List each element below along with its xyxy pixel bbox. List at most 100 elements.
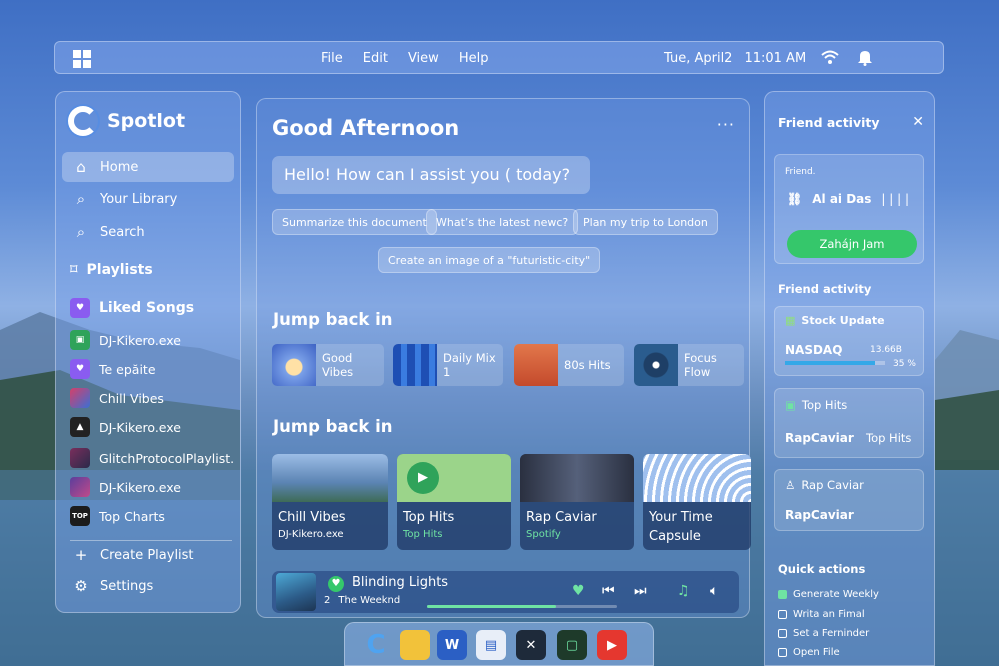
spotlot-dock-icon[interactable]: C [361, 630, 391, 660]
jump-card[interactable]: Focus Flow [634, 344, 744, 386]
start-jam-button[interactable]: Zahájn Jam [787, 230, 917, 258]
terminal-icon[interactable]: ▢ [557, 630, 587, 660]
plus-icon: + [74, 546, 88, 564]
playlist-item[interactable]: Chill Vibes [70, 387, 235, 409]
nav-search[interactable]: ⌕ Search [62, 217, 234, 247]
heart-icon[interactable]: ♥ [572, 583, 585, 599]
reminder-icon [778, 629, 787, 638]
create-playlist-button[interactable]: + Create Playlist [62, 540, 234, 570]
jump-card-label: Focus Flow [684, 351, 717, 379]
suggestion-chip[interactable]: Create an image of a "futuristic-city" [378, 247, 601, 273]
progress-fill [427, 605, 557, 608]
assistant-prompt-input[interactable]: Hello! How can I assist you ( today? [272, 156, 590, 194]
rap-caviar-sub: RapCaviar [785, 508, 854, 522]
playlist-thumb: TOP [70, 506, 90, 526]
friend-card: Friend. ⛓ Al ai Das | | | | Zahájn Jam [774, 154, 924, 264]
menu-file[interactable]: File [321, 51, 343, 66]
playlist-label: DJ-Kikero.exe [99, 332, 181, 348]
suggestion-chip[interactable]: Summarize this document [272, 209, 437, 235]
play-icon: ▶ [407, 462, 439, 494]
more-options-icon[interactable]: ··· [717, 115, 735, 134]
stock-card[interactable]: ▦ Stock Update NASDAQ 13.66B 35 % [774, 306, 924, 376]
nav-library[interactable]: ⌕ Your Library [62, 184, 234, 214]
previous-icon[interactable]: ⏮ [602, 583, 615, 599]
quick-action-label: Writa an Fimal [793, 609, 865, 620]
track-meta: 2 The Weeknd [324, 595, 400, 606]
menu-view[interactable]: View [408, 51, 439, 66]
youtube-icon[interactable]: ▶ [597, 630, 627, 660]
greeting-title: Good Afternoon [272, 116, 460, 140]
rap-caviar-card[interactable]: ♙ Rap Caviar RapCaviar [774, 469, 924, 531]
quick-action-item[interactable]: Generate Weekly [778, 589, 879, 600]
jump-card[interactable]: Good Vibes [272, 344, 384, 386]
jump-card[interactable]: Daily Mix 1 [393, 344, 503, 386]
right-panel: Friend activity ✕ Friend. ⛓ Al ai Das | … [764, 91, 935, 666]
heart-icon[interactable]: ♥ [328, 576, 344, 592]
playlist-thumb: ▲ [70, 417, 90, 437]
menu-list: File Edit View Help [321, 51, 488, 66]
playlist-thumb [70, 388, 90, 408]
brand[interactable]: Spotlot [68, 106, 185, 136]
quick-action-label: Generate Weekly [793, 589, 879, 600]
xbox-icon[interactable]: ✕ [516, 630, 546, 660]
home-icon: ⌂ [76, 158, 86, 176]
track-artist: The Weeknd [338, 595, 401, 606]
quick-action-label: Open File [793, 647, 840, 658]
playlist-card[interactable]: ▶ Top Hits Top Hits [397, 454, 511, 550]
playlist-item[interactable]: ♥ Te epăite [70, 358, 235, 380]
word-icon[interactable]: W [437, 630, 467, 660]
settings-button[interactable]: ⚙ Settings [62, 571, 234, 601]
playlist-item[interactable]: TOP Top Charts [70, 505, 235, 527]
playlist-item[interactable]: GlitchProtocolPlaylist... [70, 447, 235, 469]
playlist-item[interactable]: ▲ DJ-Kikero.exe [70, 416, 235, 438]
heart-icon: ♥ [70, 298, 90, 318]
top-hits-header: ▣ Top Hits [785, 398, 847, 412]
menu-edit[interactable]: Edit [363, 51, 388, 66]
jump-card-art [393, 344, 437, 386]
quick-actions-title: Quick actions [778, 562, 866, 576]
jump-back-heading: Jump back in [273, 310, 393, 329]
stock-header: ▦ Stock Update [785, 314, 885, 327]
playlist-thumb [70, 448, 90, 468]
close-icon[interactable]: ✕ [912, 114, 924, 130]
quick-action-item[interactable]: Open File [778, 647, 840, 658]
volume-icon[interactable]: 🔈︎ [710, 583, 718, 599]
quick-action-item[interactable]: Set a Ferninder [778, 628, 869, 639]
playlist-card-art [520, 454, 634, 502]
wifi-icon[interactable] [820, 49, 840, 67]
playlist-thumb: ▣ [70, 330, 90, 350]
suggestion-chip[interactable]: Plan my trip to London [573, 209, 718, 235]
friend-activity-title: Friend activity [778, 115, 880, 130]
top-hits-card[interactable]: ▣ Top Hits RapCaviar Top Hits [774, 388, 924, 458]
playlist-card[interactable]: Rap Caviar Spotify [520, 454, 634, 550]
person-icon: ♙ [785, 478, 796, 492]
playlists-heading[interactable]: ⌑ Playlists [70, 262, 153, 278]
calendar-icon[interactable]: ▤ [476, 630, 506, 660]
folder-icon[interactable] [400, 630, 430, 660]
date-text: Tue, April2 [664, 51, 733, 66]
bookmark-icon: ⌑ [70, 262, 78, 278]
menu-help[interactable]: Help [459, 51, 489, 66]
playlist-item[interactable]: DJ-Kikero.exe [70, 476, 235, 498]
playlist-card[interactable]: Chill Vibes DJ-Kikero.exe [272, 454, 388, 550]
next-icon[interactable]: ⏭ [634, 583, 647, 599]
bell-icon[interactable] [855, 49, 875, 67]
spotlot-logo-icon [68, 106, 98, 136]
top-hits-title: Top Hits [801, 398, 848, 412]
quick-action-item[interactable]: Writa an Fimal [778, 609, 865, 620]
create-playlist-label: Create Playlist [100, 547, 194, 563]
windows-logo-icon[interactable] [73, 50, 91, 68]
jump-card[interactable]: 80s Hits [514, 344, 624, 386]
headphones-icon[interactable]: ♫ [677, 583, 690, 599]
playlist-card[interactable]: Your Time Capsule [643, 454, 751, 550]
rap-caviar-title: Rap Caviar [801, 478, 864, 492]
search-icon: ⌕ [76, 223, 86, 241]
chart-icon: ▦ [785, 314, 796, 327]
suggestion-chip[interactable]: What’s the latest newc? [426, 209, 579, 235]
pen-icon [778, 610, 787, 619]
playlist-item[interactable]: ▣ DJ-Kikero.exe [70, 329, 235, 351]
liked-songs-item[interactable]: ♥ Liked Songs [70, 298, 194, 318]
jump-card-art [272, 344, 316, 386]
nav-home[interactable]: ⌂ Home [62, 152, 234, 182]
progress-bar[interactable] [427, 605, 617, 608]
